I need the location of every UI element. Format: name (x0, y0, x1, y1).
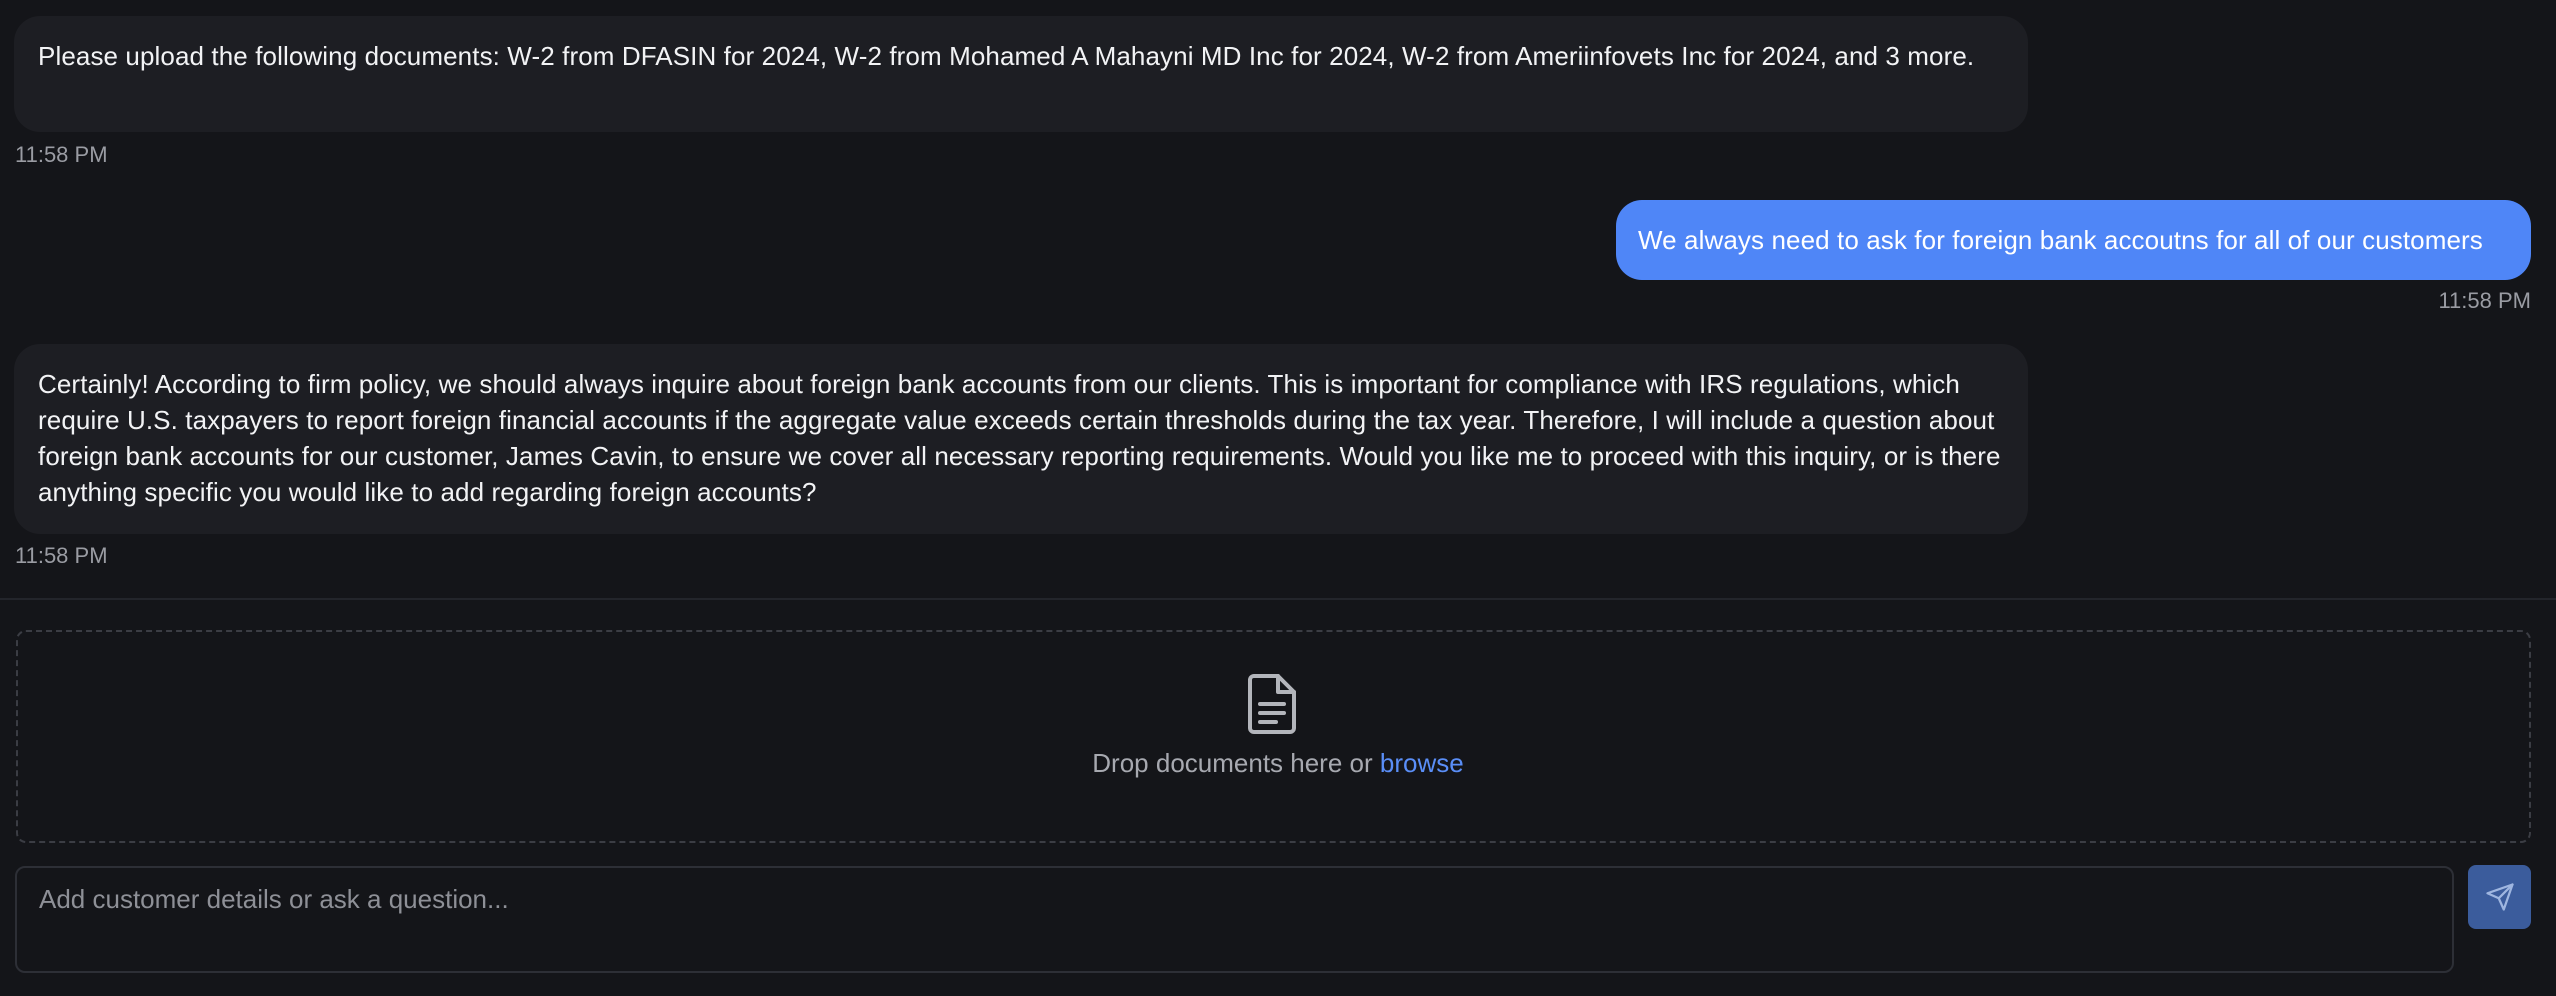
document-icon (1248, 674, 1296, 734)
message-text: Certainly! According to firm policy, we … (38, 369, 2001, 507)
send-icon (2485, 883, 2514, 911)
user-message: We always need to ask for foreign bank a… (1616, 200, 2531, 280)
message-text: Please upload the following documents: W… (38, 41, 1975, 71)
chat-message-list: Please upload the following documents: W… (0, 0, 2556, 598)
divider (0, 598, 2556, 600)
message-timestamp: 11:58 PM (2438, 288, 2531, 313)
message-composer[interactable] (15, 866, 2454, 973)
send-button[interactable] (2468, 865, 2531, 929)
dropzone-text: Drop documents here or (1092, 748, 1380, 778)
dropzone-hint: Drop documents here or browse (0, 748, 2556, 779)
message-input[interactable] (17, 868, 2452, 971)
message-timestamp: 11:58 PM (15, 543, 108, 568)
message-timestamp: 11:58 PM (15, 142, 108, 167)
assistant-message: Please upload the following documents: W… (14, 16, 2028, 132)
message-text: We always need to ask for foreign bank a… (1638, 225, 2483, 255)
document-dropzone[interactable] (16, 630, 2531, 843)
browse-link[interactable]: browse (1380, 748, 1464, 778)
assistant-message: Certainly! According to firm policy, we … (14, 344, 2028, 534)
